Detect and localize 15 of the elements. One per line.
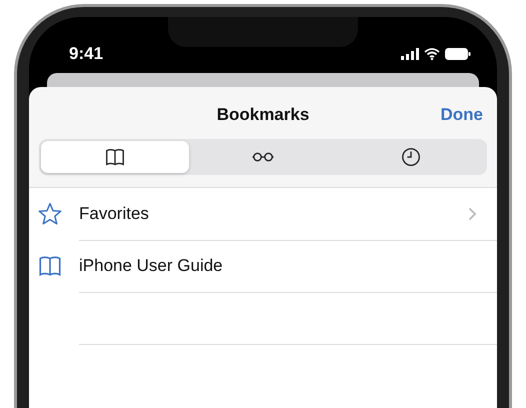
status-time: 9:41 xyxy=(69,44,104,64)
sheet-title: Bookmarks xyxy=(216,105,310,125)
segment-tab[interactable] xyxy=(41,141,189,173)
done-button[interactable]: Done xyxy=(440,105,483,125)
book-icon xyxy=(104,146,126,168)
bookmark-row[interactable]: iPhone User Guide xyxy=(29,240,497,292)
bookmark-row[interactable]: Favorites xyxy=(29,188,497,240)
signal-icon xyxy=(401,48,419,60)
bookmark-label: iPhone User Guide xyxy=(79,256,224,276)
battery-icon xyxy=(445,48,471,60)
wifi-icon xyxy=(424,48,440,60)
clock-icon xyxy=(400,146,422,168)
chevron-icon xyxy=(468,206,477,220)
bookmark-label: Favorites xyxy=(79,204,150,224)
star-icon xyxy=(37,201,63,227)
